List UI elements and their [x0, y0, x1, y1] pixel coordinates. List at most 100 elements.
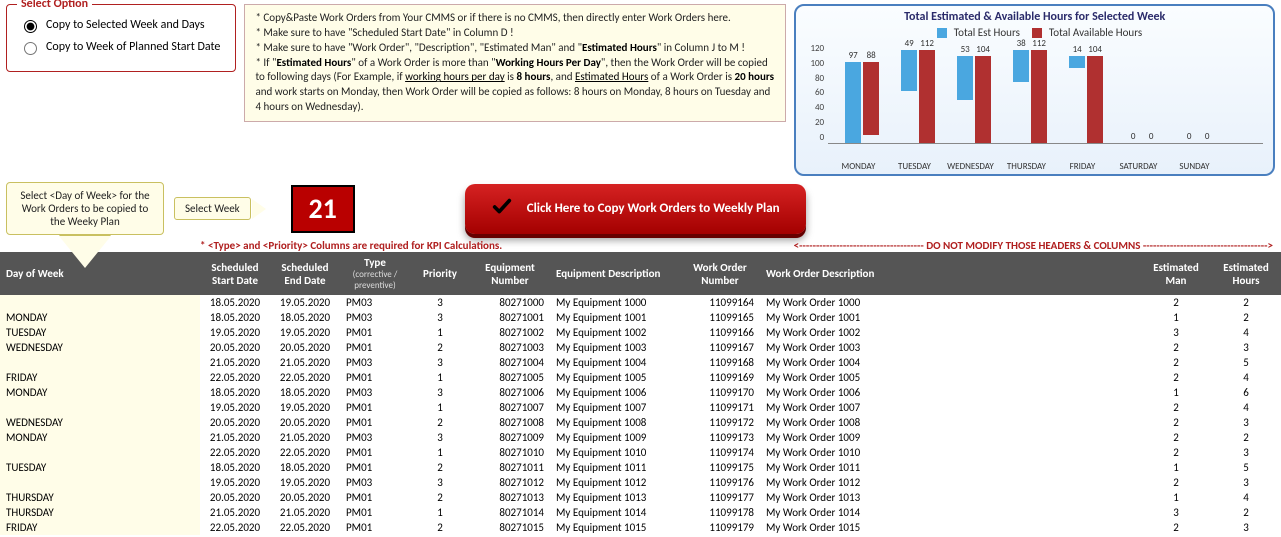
cell-sstart[interactable]: 21.05.2020	[200, 430, 270, 445]
table-row[interactable]: MONDAY21.05.202021.05.2020PM03380271009M…	[0, 430, 1281, 445]
cell-eqnum[interactable]: 80271015	[470, 520, 550, 535]
cell-eman[interactable]: 2	[1141, 520, 1211, 535]
cell-eqdesc[interactable]: My Equipment 1008	[550, 415, 680, 430]
cell-eman[interactable]: 2	[1141, 340, 1211, 355]
cell-sstart[interactable]: 22.05.2020	[200, 445, 270, 460]
cell-dow[interactable]	[0, 400, 200, 415]
table-row[interactable]: MONDAY18.05.202018.05.2020PM03380271006M…	[0, 385, 1281, 400]
cell-eqnum[interactable]: 80271004	[470, 355, 550, 370]
cell-eman[interactable]: 2	[1141, 400, 1211, 415]
cell-eqdesc[interactable]: My Equipment 1014	[550, 505, 680, 520]
cell-send[interactable]: 21.05.2020	[270, 505, 340, 520]
cell-type[interactable]: PM01	[340, 505, 410, 520]
cell-eqdesc[interactable]: My Equipment 1011	[550, 460, 680, 475]
table-row[interactable]: FRIDAY22.05.202022.05.2020PM01180271005M…	[0, 370, 1281, 385]
cell-prio[interactable]: 1	[410, 370, 470, 385]
cell-eqnum[interactable]: 80271005	[470, 370, 550, 385]
radio-copy-selected-input[interactable]	[24, 20, 37, 33]
cell-eman[interactable]: 1	[1141, 460, 1211, 475]
cell-wonum[interactable]: 11099169	[680, 370, 760, 385]
cell-dow[interactable]: MONDAY	[0, 430, 200, 445]
table-row[interactable]: 22.05.202022.05.2020PM01180271010My Equi…	[0, 445, 1281, 460]
cell-dow[interactable]	[0, 475, 200, 490]
cell-sstart[interactable]: 22.05.2020	[200, 370, 270, 385]
cell-wodesc[interactable]: My Work Order 1012	[760, 475, 1141, 490]
cell-eqdesc[interactable]: My Equipment 1006	[550, 385, 680, 400]
cell-prio[interactable]: 1	[410, 400, 470, 415]
cell-type[interactable]: PM01	[340, 325, 410, 340]
cell-wonum[interactable]: 11099168	[680, 355, 760, 370]
cell-ehours[interactable]: 3	[1211, 520, 1281, 535]
cell-dow[interactable]: THURSDAY	[0, 490, 200, 505]
cell-prio[interactable]: 3	[410, 310, 470, 325]
cell-type[interactable]: PM01	[340, 445, 410, 460]
cell-ehours[interactable]: 3	[1211, 415, 1281, 430]
cell-type[interactable]: PM03	[340, 475, 410, 490]
cell-send[interactable]: 20.05.2020	[270, 340, 340, 355]
cell-eqdesc[interactable]: My Equipment 1010	[550, 445, 680, 460]
cell-eman[interactable]: 2	[1141, 355, 1211, 370]
cell-send[interactable]: 19.05.2020	[270, 475, 340, 490]
cell-sstart[interactable]: 19.05.2020	[200, 325, 270, 340]
cell-wodesc[interactable]: My Work Order 1002	[760, 325, 1141, 340]
cell-wonum[interactable]: 11099167	[680, 340, 760, 355]
cell-prio[interactable]: 1	[410, 505, 470, 520]
cell-wonum[interactable]: 11099178	[680, 505, 760, 520]
cell-send[interactable]: 21.05.2020	[270, 430, 340, 445]
cell-eqnum[interactable]: 80271000	[470, 295, 550, 310]
cell-dow[interactable]: MONDAY	[0, 385, 200, 400]
cell-sstart[interactable]: 21.05.2020	[200, 355, 270, 370]
cell-eman[interactable]: 2	[1141, 415, 1211, 430]
cell-type[interactable]: PM01	[340, 400, 410, 415]
cell-wonum[interactable]: 11099171	[680, 400, 760, 415]
cell-ehours[interactable]: 3	[1211, 475, 1281, 490]
cell-type[interactable]: PM01	[340, 460, 410, 475]
cell-wonum[interactable]: 11099176	[680, 475, 760, 490]
cell-type[interactable]: PM03	[340, 355, 410, 370]
cell-sstart[interactable]: 18.05.2020	[200, 310, 270, 325]
cell-prio[interactable]: 1	[410, 325, 470, 340]
cell-type[interactable]: PM01	[340, 370, 410, 385]
cell-eqnum[interactable]: 80271014	[470, 505, 550, 520]
cell-wonum[interactable]: 11099179	[680, 520, 760, 535]
cell-eqnum[interactable]: 80271001	[470, 310, 550, 325]
table-row[interactable]: WEDNESDAY20.05.202020.05.2020PM012802710…	[0, 415, 1281, 430]
radio-copy-selected[interactable]: Copy to Selected Week and Days	[19, 17, 223, 33]
cell-sstart[interactable]: 18.05.2020	[200, 385, 270, 400]
cell-eqdesc[interactable]: My Equipment 1012	[550, 475, 680, 490]
cell-dow[interactable]: FRIDAY	[0, 370, 200, 385]
cell-sstart[interactable]: 18.05.2020	[200, 460, 270, 475]
table-row[interactable]: TUESDAY18.05.202018.05.2020PM01280271011…	[0, 460, 1281, 475]
cell-wodesc[interactable]: My Work Order 1014	[760, 505, 1141, 520]
cell-prio[interactable]: 3	[410, 385, 470, 400]
cell-wodesc[interactable]: My Work Order 1010	[760, 445, 1141, 460]
cell-wodesc[interactable]: My Work Order 1001	[760, 310, 1141, 325]
table-row[interactable]: THURSDAY21.05.202021.05.2020PM0118027101…	[0, 505, 1281, 520]
cell-eqdesc[interactable]: My Equipment 1004	[550, 355, 680, 370]
cell-type[interactable]: PM03	[340, 310, 410, 325]
cell-eqdesc[interactable]: My Equipment 1005	[550, 370, 680, 385]
cell-type[interactable]: PM03	[340, 430, 410, 445]
cell-wonum[interactable]: 11099170	[680, 385, 760, 400]
cell-prio[interactable]: 1	[410, 445, 470, 460]
cell-wodesc[interactable]: My Work Order 1009	[760, 430, 1141, 445]
cell-sstart[interactable]: 20.05.2020	[200, 415, 270, 430]
cell-eqdesc[interactable]: My Equipment 1013	[550, 490, 680, 505]
cell-dow[interactable]: WEDNESDAY	[0, 415, 200, 430]
cell-eman[interactable]: 2	[1141, 295, 1211, 310]
table-row[interactable]: FRIDAY22.05.202022.05.2020PM01280271015M…	[0, 520, 1281, 535]
cell-prio[interactable]: 3	[410, 355, 470, 370]
cell-eqdesc[interactable]: My Equipment 1001	[550, 310, 680, 325]
week-number-input[interactable]: 21	[291, 185, 355, 233]
cell-wodesc[interactable]: My Work Order 1007	[760, 400, 1141, 415]
cell-ehours[interactable]: 4	[1211, 490, 1281, 505]
cell-eqnum[interactable]: 80271009	[470, 430, 550, 445]
cell-eman[interactable]: 2	[1141, 445, 1211, 460]
cell-wodesc[interactable]: My Work Order 1003	[760, 340, 1141, 355]
cell-wonum[interactable]: 11099174	[680, 445, 760, 460]
table-row[interactable]: 19.05.202019.05.2020PM03380271012My Equi…	[0, 475, 1281, 490]
cell-ehours[interactable]: 4	[1211, 370, 1281, 385]
cell-prio[interactable]: 3	[410, 475, 470, 490]
cell-eman[interactable]: 1	[1141, 385, 1211, 400]
cell-type[interactable]: PM03	[340, 385, 410, 400]
